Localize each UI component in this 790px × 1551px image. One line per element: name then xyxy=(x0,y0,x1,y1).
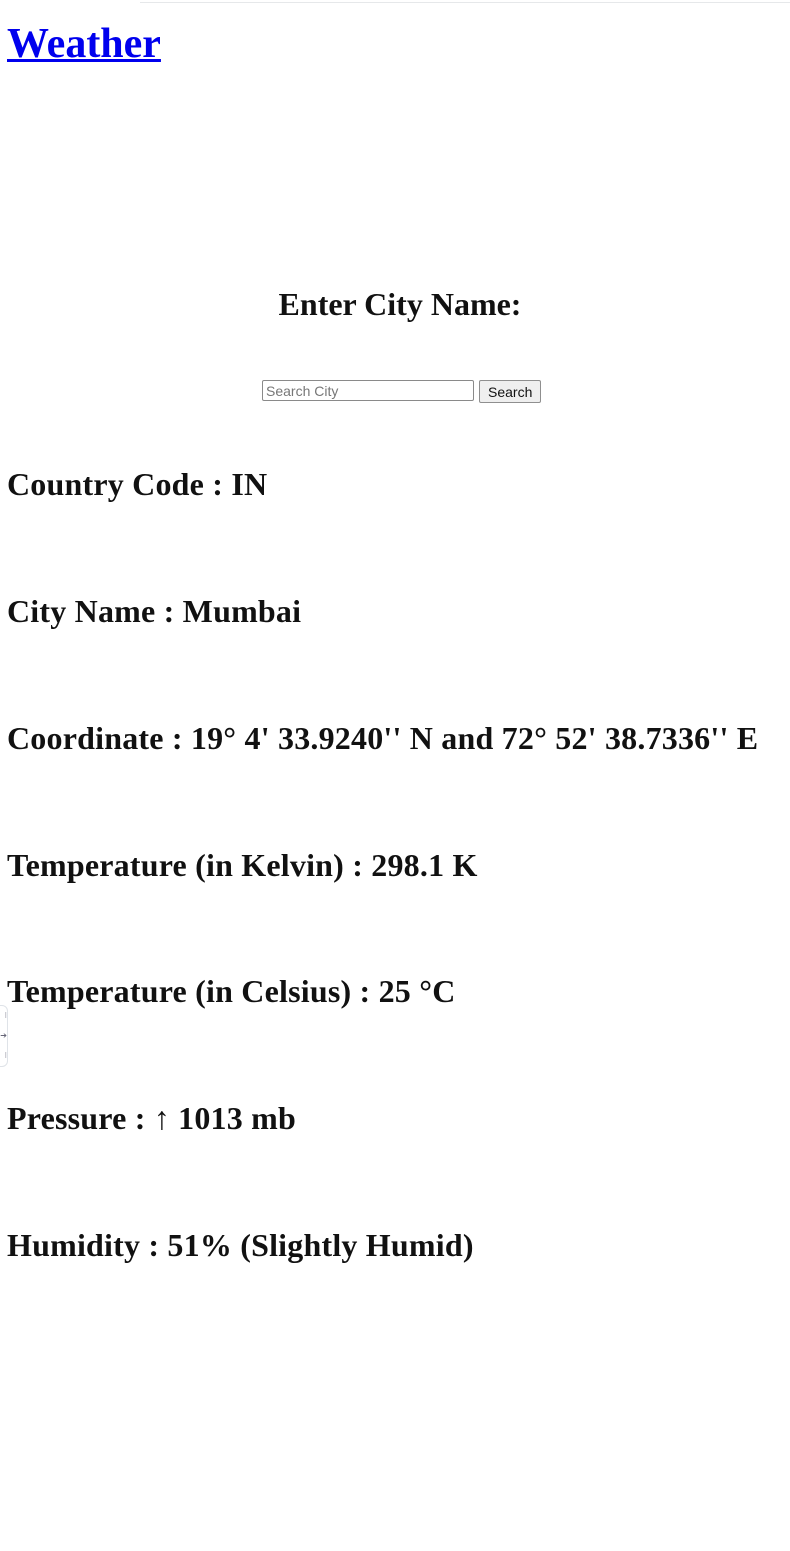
city-name: City Name : Mumbai xyxy=(7,593,302,629)
search-form: Search xyxy=(262,380,542,403)
humidity: Humidity : 51% (Slightly Humid) xyxy=(7,1227,474,1263)
enter-city-heading: Enter City Name: xyxy=(278,286,522,322)
search-button[interactable]: Search xyxy=(479,380,542,403)
pressure: Pressure : ↑ 1013 mb xyxy=(7,1100,297,1136)
drag-handle-icon: ⁝ xyxy=(4,1011,7,1020)
drag-handle-icon: ⁝ xyxy=(4,1051,7,1060)
temperature-kelvin: Temperature (in Kelvin) : 298.1 K xyxy=(7,847,478,883)
browser-top-border xyxy=(140,0,790,3)
arrow-right-icon: ➔ xyxy=(0,1031,7,1040)
search-city-input[interactable] xyxy=(262,380,474,401)
country-code: Country Code : IN xyxy=(7,466,268,502)
side-panel-handle[interactable]: ⁝ ➔ ⁝ xyxy=(0,1005,8,1067)
weather-title-link[interactable]: Weather xyxy=(7,20,161,68)
temperature-celsius: Temperature (in Celsius) : 25 °C xyxy=(7,973,456,1009)
coordinate: Coordinate : 19° 4' 33.9240'' N and 72° … xyxy=(7,720,759,756)
